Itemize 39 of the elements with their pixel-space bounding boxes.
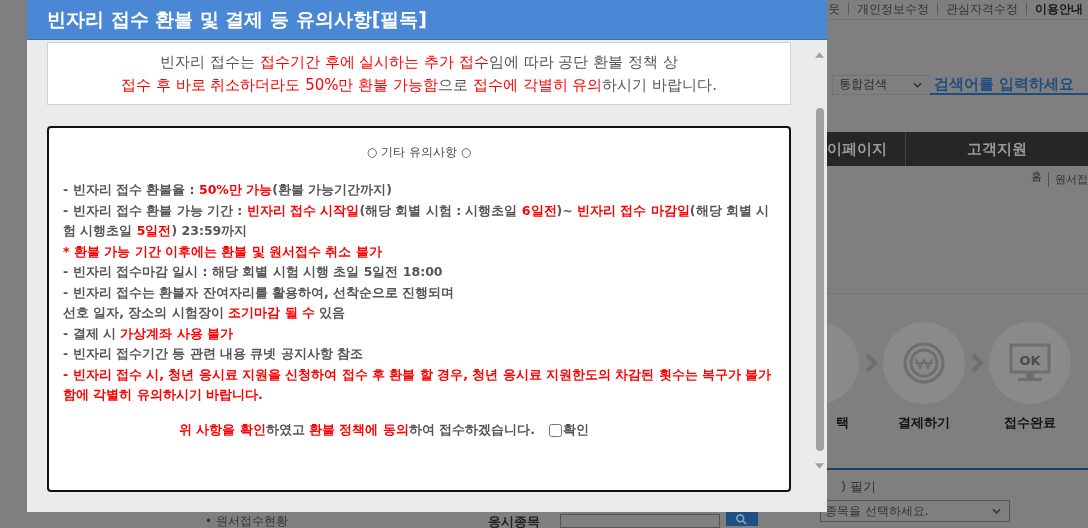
scroll-up-icon[interactable] [815,52,824,58]
coin-icon [883,322,965,404]
notice-item: - 빈자리 접수 시, 청년 응시료 지원을 신청하여 접수 후 환불 할 경우, 청년 응시료 지원한도의 차감된 횟수는 복구가 불가함에 각별히 유의하시기 바랍니다. [63,365,773,404]
notice-item: - 빈자리 접수마감 일시 : 해당 회별 시험 시행 초일 5일전 18:00 [63,263,444,281]
breadcrumb-item[interactable]: 원서접 [1049,172,1088,187]
monitor-icon: OK [989,322,1071,404]
notice-item: 선호 일자, 장소의 시험장이 조기마감 될 수 있음 [63,304,347,322]
notice-item: - 빈자리 접수기간 등 관련 내용 큐넷 공지사항 참조 [63,345,364,363]
status-link[interactable]: • 원서접수현황 [205,513,288,528]
search-scope-select[interactable]: 통합검색 [832,74,930,95]
notice-item: * 환불 가능 기간 이후에는 환불 및 원서접수 취소 불가 [63,242,383,261]
field-label: 응시종목 [487,513,540,528]
chevron-down-icon [992,508,1001,514]
dialog-title: 빈자리 접수 환불 및 결제 등 유의사항[필독] [27,0,827,40]
search-button[interactable] [725,512,758,526]
keyword-field[interactable] [559,514,720,528]
search-icon [736,513,748,525]
category-select[interactable]: 종목을 선택하세요. [820,500,1010,522]
notice-item: - 빈자리 접수는 환불자 잔여자리를 활용하여, 선착순으로 진행되며 [63,283,456,302]
agreement-text: 위 사항을 확인하였고 환불 정책에 동의하여 접수하겠습니다. [179,421,535,439]
top-link[interactable]: 개인정보수정 [849,3,938,16]
checkbox-label[interactable]: 확인 [562,421,589,439]
confirm-checkbox[interactable] [548,423,562,437]
chevron-down-icon [913,81,922,88]
step-label: 접수완료 [1004,414,1056,432]
step-label: 결제하기 [898,414,950,432]
top-link[interactable]: 관심자격수정 [938,3,1027,16]
section-heading: ○ 기타 유의사항 ○ [365,144,473,161]
nav-item[interactable]: 고객지원 [906,132,1088,166]
notice-item: - 빈자리 접수 환불율 : 50%만 가능(환불 가능기간까지) [63,181,393,199]
notice-text: 빈자리 접수는 접수기간 후에 실시하는 추가 접수임에 따라 공단 환불 정책 상 [160,51,678,73]
notice-item: - 빈자리 접수 환불 가능 기간 : 빈자리 접수 시작일(해당 회별 시험 : 시행초일 6일전)~ 빈자리 접수 마감일(해당 회별 시험 시행초일 5일전) 23:59까지 [63,201,771,240]
search-field[interactable]: 검색어를 입력하세요 [930,74,1088,95]
breadcrumb-item[interactable]: 홈 [1025,172,1049,187]
notice-item: - 결제 시 가상계좌 사용 불가 [63,324,234,343]
notice-text: 접수 후 바로 취소하더라도 50%만 환불 가능함으로 접수에 각별히 유의하시기 바랍니다. [121,74,717,96]
top-link[interactable]: 이용안내 [1027,3,1088,16]
step-label: 택 [836,414,849,432]
scroll-down-icon[interactable] [815,463,824,469]
